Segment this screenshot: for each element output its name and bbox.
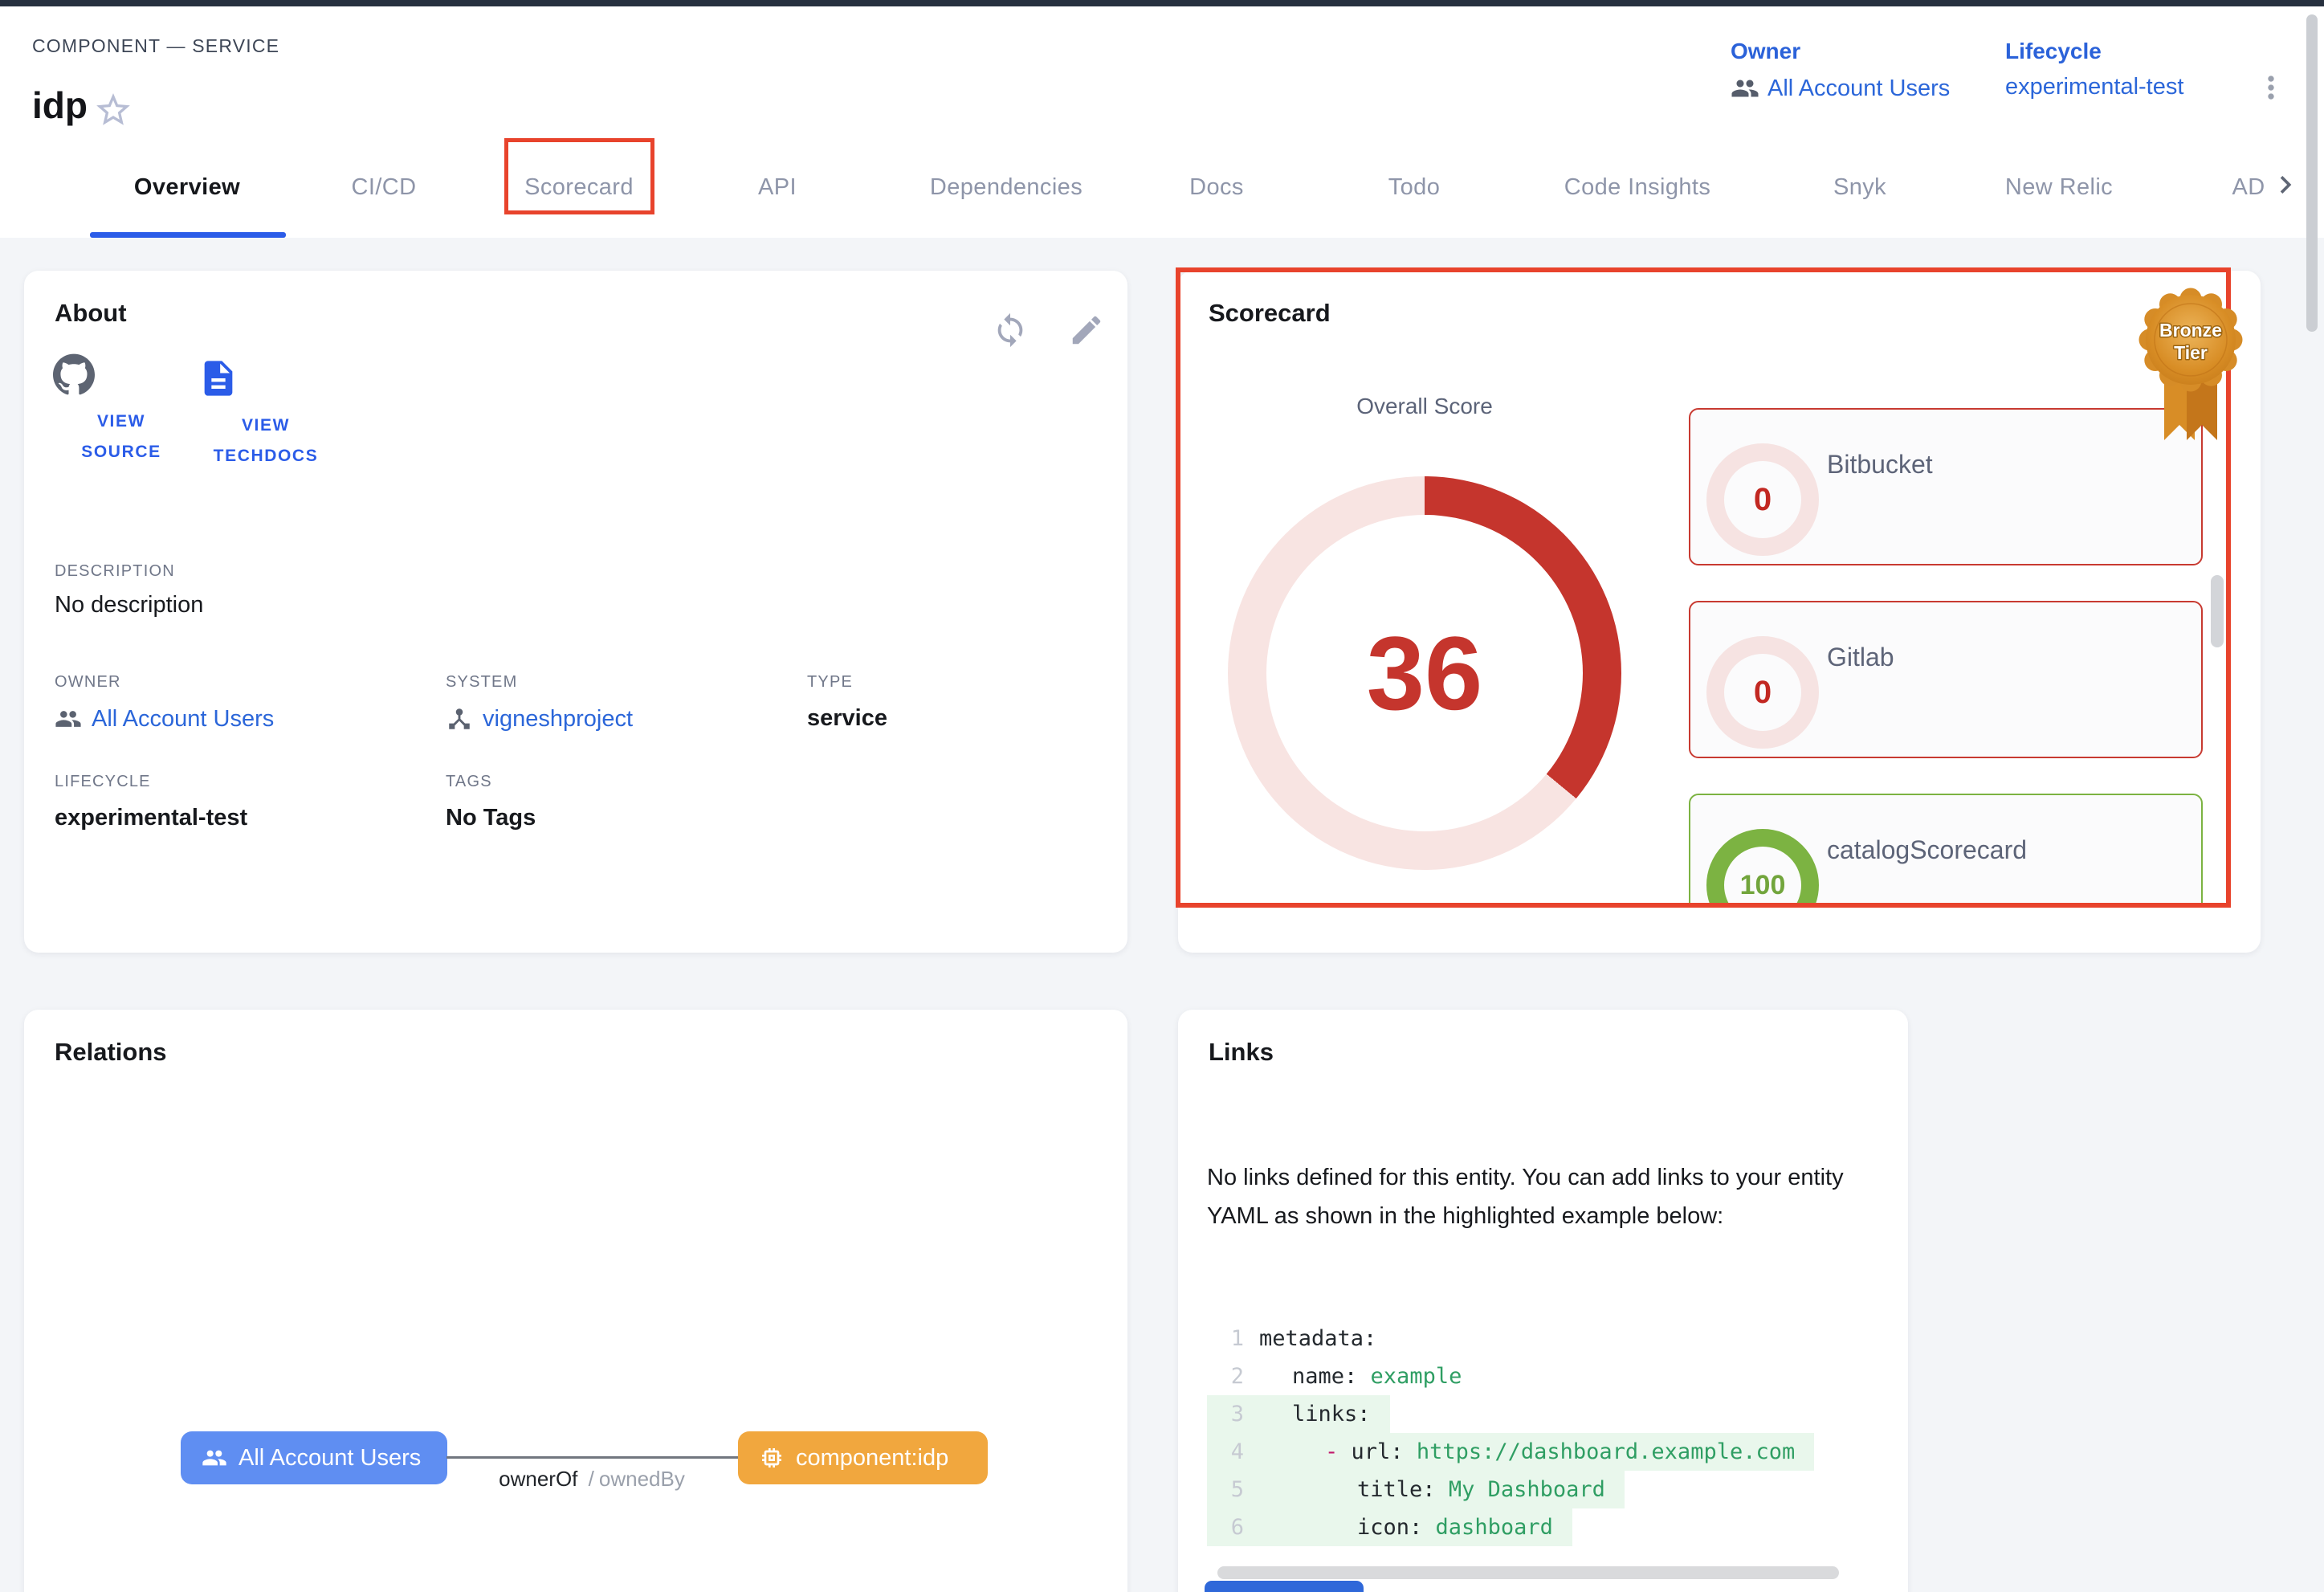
code-line-6: 6icon: dashboard: [1207, 1508, 1873, 1546]
page-title: idp: [32, 84, 88, 127]
overall-score-donut-hole: 36: [1266, 515, 1583, 831]
score-value: 0: [1754, 675, 1772, 711]
score-value: 100: [1740, 870, 1786, 901]
edit-icon[interactable]: [1068, 312, 1105, 349]
score-gauge: 100: [1706, 829, 1819, 904]
relations-card-title: Relations: [55, 1038, 167, 1067]
links-card-title: Links: [1209, 1038, 1274, 1067]
view-techdocs-label: VIEW TECHDOCS: [198, 410, 334, 471]
kebab-menu-icon[interactable]: [2253, 59, 2289, 116]
tab-docs[interactable]: Docs: [1189, 174, 1244, 201]
code-line-2: 2name: example: [1207, 1357, 1873, 1395]
header-owner-label: Owner: [1731, 39, 1950, 64]
github-icon: [53, 353, 190, 395]
breadcrumb: COMPONENT — SERVICE: [32, 35, 279, 57]
component-service-page: COMPONENT — SERVICE idp Owner All Accoun…: [0, 0, 2324, 1592]
owner-link[interactable]: All Account Users: [92, 706, 274, 733]
active-tab-underline: [90, 232, 286, 238]
relation-node-component-label: component:idp: [796, 1445, 948, 1472]
scorecard-entry-catalogscorecard[interactable]: 100 catalogScorecard: [1689, 794, 2203, 904]
memory-chip-icon: [759, 1445, 785, 1471]
code-line-1: 1metadata:: [1207, 1320, 1873, 1357]
header-owner: Owner All Account Users: [1731, 39, 1950, 103]
links-action-button[interactable]: [1205, 1581, 1364, 1592]
lifecycle-value: experimental-test: [55, 805, 247, 831]
about-card: About VIEW SOURCE VIEW TECHDOCS DESCRIPT…: [24, 271, 1127, 953]
scorecard-entries: 0 Bitbucket 0 Gitlab 100 catalogScorecard: [1689, 408, 2206, 904]
scorecard-list-scrollbar[interactable]: [2211, 575, 2224, 647]
code-line-4: 4- url: https://dashboard.example.com: [1207, 1433, 1873, 1471]
score-value: 0: [1754, 482, 1772, 518]
score-gauge: 0: [1706, 443, 1819, 556]
techdocs-icon: [198, 357, 334, 399]
about-card-title: About: [55, 299, 127, 328]
relation-node-owner-label: All Account Users: [239, 1445, 421, 1472]
tab-overview[interactable]: Overview: [134, 174, 240, 201]
description-value: No description: [55, 592, 203, 618]
entity-header: COMPONENT — SERVICE idp Owner All Accoun…: [0, 6, 2324, 134]
score-gauge: 0: [1706, 636, 1819, 749]
score-name: Bitbucket: [1827, 450, 1933, 480]
view-source-button[interactable]: VIEW SOURCE: [53, 353, 190, 467]
svg-text:Bronze: Bronze: [2159, 320, 2222, 341]
people-icon: [55, 705, 82, 733]
window-top-bar: [0, 0, 2324, 6]
score-name: catalogScorecard: [1827, 835, 2027, 865]
relation-node-component-chip[interactable]: component:idp: [738, 1431, 988, 1484]
type-label: TYPE: [807, 673, 853, 692]
view-source-label: VIEW SOURCE: [53, 406, 190, 467]
relation-edge-label: ownerOf /ownedBy: [447, 1467, 736, 1492]
view-techdocs-button[interactable]: VIEW TECHDOCS: [198, 357, 334, 471]
svg-text:Tier: Tier: [2174, 342, 2208, 363]
people-icon: [202, 1445, 227, 1471]
tab-code-insights[interactable]: Code Insights: [1564, 174, 1711, 201]
scorecard-card-title: Scorecard: [1209, 299, 1331, 328]
scorecard-entry-gitlab[interactable]: 0 Gitlab: [1689, 601, 2203, 758]
header-lifecycle: Lifecycle experimental-test: [2005, 39, 2183, 100]
relation-edge-line: [446, 1456, 738, 1459]
tab-ad[interactable]: AD: [2232, 174, 2265, 201]
score-name: Gitlab: [1827, 643, 1894, 672]
lifecycle-label: LIFECYCLE: [55, 773, 151, 791]
code-scrollbar-horizontal[interactable]: [1217, 1566, 1839, 1579]
relation-node-owner-chip[interactable]: All Account Users: [181, 1431, 447, 1484]
tags-value: No Tags: [446, 805, 536, 831]
overall-score-donut: 36: [1228, 476, 1621, 870]
favorite-star-icon[interactable]: [93, 90, 133, 130]
header-lifecycle-label: Lifecycle: [2005, 39, 2183, 64]
code-line-5: 5title: My Dashboard: [1207, 1471, 1873, 1508]
overall-score-value: 36: [1367, 613, 1483, 733]
bronze-tier-badge: Bronze Tier: [2122, 280, 2259, 452]
links-card: Links No links defined for this entity. …: [1178, 1010, 1908, 1592]
description-label: DESCRIPTION: [55, 562, 175, 581]
page-scrollbar[interactable]: [2306, 14, 2318, 332]
hub-icon: [446, 705, 473, 733]
overall-score-label: Overall Score: [1319, 394, 1531, 419]
tab-ci-cd[interactable]: CI/CD: [352, 174, 417, 201]
tab-scorecard[interactable]: Scorecard: [524, 174, 634, 201]
system-label: SYSTEM: [446, 673, 517, 692]
refresh-icon[interactable]: [992, 312, 1029, 349]
tab-new-relic[interactable]: New Relic: [2005, 174, 2113, 201]
code-line-3: 3links:: [1207, 1395, 1873, 1433]
people-icon: [1731, 74, 1759, 103]
tags-label: TAGS: [446, 773, 492, 791]
system-value: vigneshproject: [446, 705, 633, 733]
header-lifecycle-value: experimental-test: [2005, 74, 2183, 100]
type-value: service: [807, 705, 887, 732]
owner-label: OWNER: [55, 673, 121, 692]
relations-card: Relations All Account Users ownerOf /own…: [24, 1010, 1127, 1592]
links-empty-text: No links defined for this entity. You ca…: [1207, 1158, 1867, 1235]
owner-value: All Account Users: [55, 705, 274, 733]
tab-api[interactable]: API: [758, 174, 797, 201]
tab-overflow-chevron-right-icon[interactable]: [2268, 167, 2303, 202]
tab-snyk[interactable]: Snyk: [1833, 174, 1886, 201]
tab-todo[interactable]: Todo: [1388, 174, 1441, 201]
header-owner-link[interactable]: All Account Users: [1767, 76, 1950, 102]
tab-bar: Overview CI/CD Scorecard API Dependencies Doc…: [0, 133, 2324, 238]
code-block: 1metadata:2name: example3links:4- url: h…: [1207, 1320, 1873, 1548]
system-link[interactable]: vigneshproject: [483, 706, 633, 733]
tab-dependencies[interactable]: Dependencies: [930, 174, 1082, 201]
